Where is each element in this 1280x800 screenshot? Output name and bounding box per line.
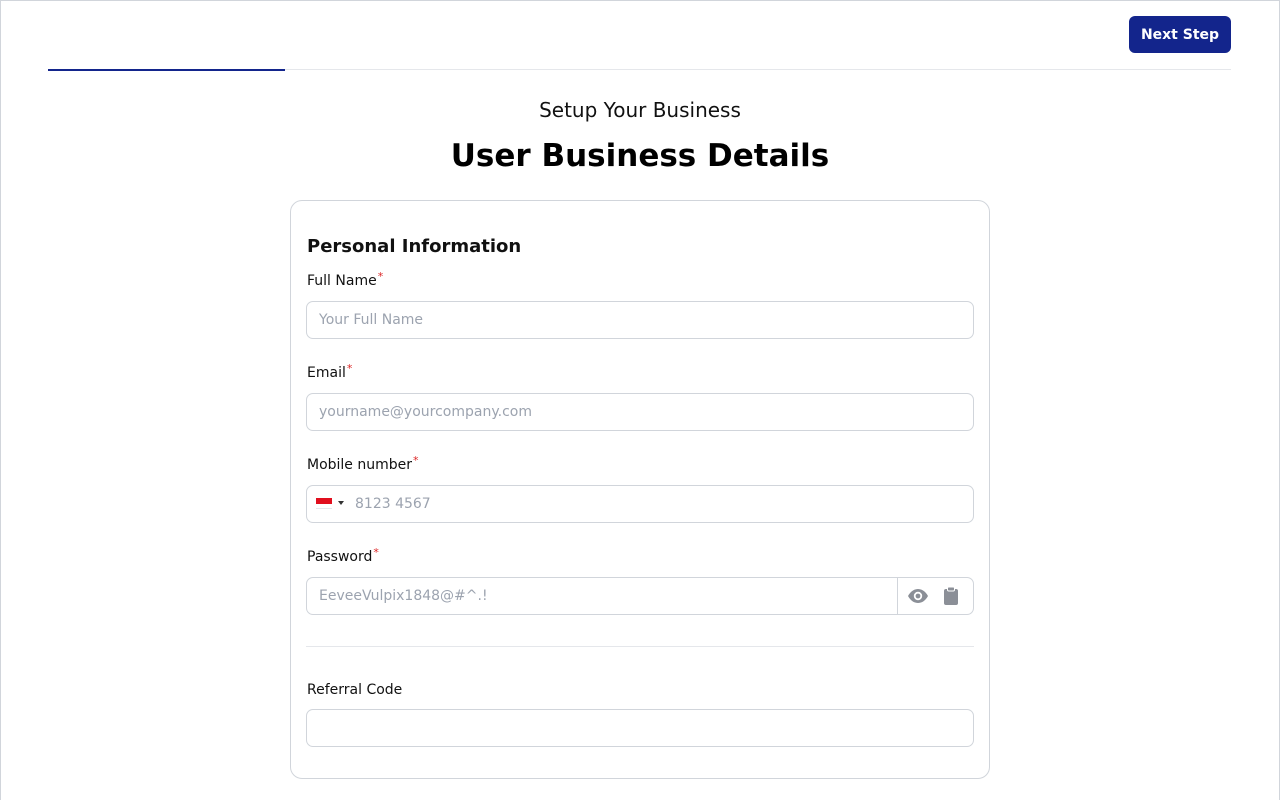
referral-code-label: Referral Code: [307, 682, 402, 698]
email-input[interactable]: [306, 393, 974, 431]
required-marker: *: [373, 546, 379, 559]
required-marker: *: [346, 362, 353, 375]
next-step-button[interactable]: Next Step: [1129, 16, 1231, 53]
password-input[interactable]: [307, 578, 897, 614]
progress-bar-fill: [48, 69, 285, 71]
required-marker: *: [377, 270, 384, 283]
password-label: Password*: [307, 546, 379, 565]
required-marker: *: [413, 454, 419, 467]
personal-info-card: Personal Information Full Name* Email* M…: [290, 200, 990, 779]
email-label-text: Email: [307, 365, 346, 381]
mobile-field: [306, 485, 974, 523]
referral-code-label-text: Referral Code: [307, 682, 403, 698]
password-divider: [897, 578, 898, 614]
eye-icon[interactable]: [907, 586, 931, 606]
section-title: Personal Information: [307, 236, 522, 257]
referral-code-input[interactable]: [306, 709, 974, 747]
section-divider: [306, 646, 974, 647]
mobile-label: Mobile number*: [307, 454, 419, 473]
clipboard-icon[interactable]: [943, 586, 959, 606]
progress-bar: [48, 69, 1231, 71]
full-name-label: Full Name*: [307, 270, 384, 289]
top-bar: Next Step: [48, 16, 1231, 70]
mobile-label-text: Mobile number: [307, 457, 413, 473]
email-label: Email*: [307, 362, 353, 381]
page-subtitle: Setup Your Business: [539, 98, 741, 122]
password-label-text: Password: [307, 549, 373, 565]
page-title: User Business Details: [450, 138, 830, 174]
mobile-number-input[interactable]: [343, 486, 963, 522]
full-name-input[interactable]: [306, 301, 974, 339]
singapore-flag-icon: [316, 498, 332, 509]
password-field: [306, 577, 974, 615]
full-name-label-text: Full Name: [307, 273, 377, 289]
